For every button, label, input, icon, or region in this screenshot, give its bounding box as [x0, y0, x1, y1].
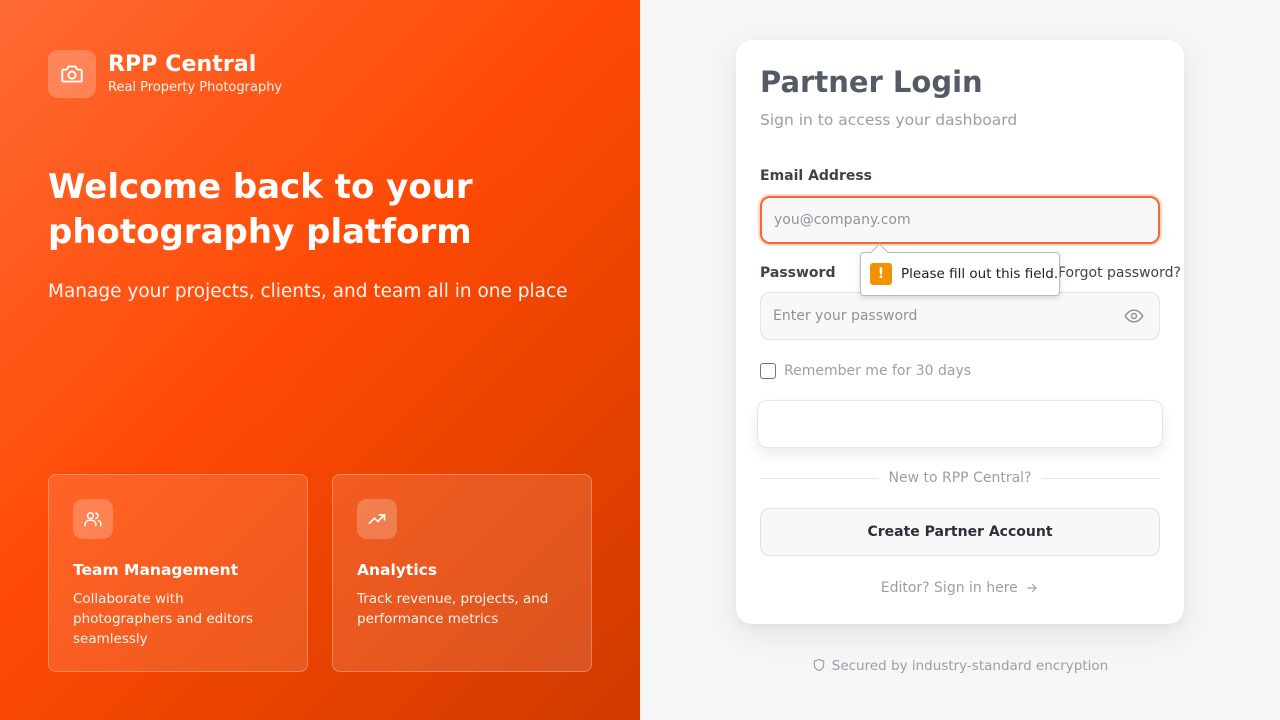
- security-text: Secured by industry-standard encryption: [831, 658, 1109, 674]
- feature-card-team: Team Management Collaborate with photogr…: [48, 474, 308, 672]
- hero-panel: RPP Central Real Property Photography We…: [0, 0, 640, 720]
- editor-signin-label: Editor? Sign in here: [880, 580, 1018, 596]
- feature-description: Track revenue, projects, and performance…: [357, 591, 549, 627]
- feature-description: Collaborate with photographers and edito…: [73, 591, 254, 647]
- password-field[interactable]: [760, 292, 1160, 340]
- warning-icon: !: [870, 263, 892, 285]
- remember-me[interactable]: Remember me for 30 days: [760, 361, 971, 381]
- remember-label: Remember me for 30 days: [784, 363, 972, 379]
- hero-title: Welcome back to your photography platfor…: [48, 167, 473, 252]
- sign-in-button[interactable]: [757, 400, 1163, 448]
- brand-subtitle: Real Property Photography: [108, 80, 283, 95]
- brand: RPP Central Real Property Photography: [48, 50, 282, 98]
- editor-signin-link[interactable]: Editor? Sign in here: [736, 578, 1184, 598]
- forgot-password-link[interactable]: Forgot password?: [1058, 263, 1181, 283]
- trending-up-icon: [357, 499, 397, 539]
- login-card: Partner Login Sign in to access your das…: [736, 40, 1184, 624]
- login-subtitle: Sign in to access your dashboard: [760, 111, 1018, 129]
- security-note: Secured by industry-standard encryption: [736, 656, 1184, 676]
- shield-icon: [813, 658, 824, 672]
- create-account-button[interactable]: Create Partner Account: [760, 508, 1160, 556]
- hero-subtitle: Manage your projects, clients, and team …: [48, 281, 568, 302]
- validation-message: Please fill out this field.: [901, 266, 1059, 282]
- remember-checkbox[interactable]: [760, 363, 776, 379]
- password-label: Password: [760, 265, 836, 281]
- eye-icon[interactable]: [1122, 306, 1146, 326]
- brand-name: RPP Central: [108, 52, 257, 77]
- validation-tooltip: ! Please fill out this field.: [860, 252, 1060, 296]
- login-title: Partner Login: [760, 65, 983, 99]
- feature-title: Team Management: [73, 561, 239, 579]
- feature-title: Analytics: [357, 561, 438, 579]
- users-icon: [73, 499, 113, 539]
- arrow-right-icon: [1027, 583, 1037, 593]
- email-label: Email Address: [760, 168, 873, 184]
- camera-icon: [48, 50, 96, 98]
- divider-text: New to RPP Central?: [878, 468, 1042, 488]
- feature-card-analytics: Analytics Track revenue, projects, and p…: [332, 474, 592, 672]
- email-field[interactable]: [760, 196, 1160, 244]
